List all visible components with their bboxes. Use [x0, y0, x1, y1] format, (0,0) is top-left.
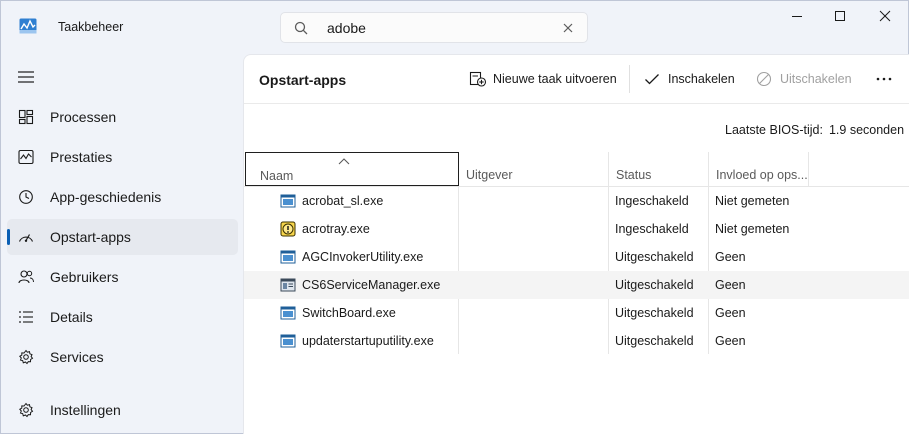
sidebar-item-label: Services [50, 349, 104, 365]
gear-icon [19, 402, 34, 418]
table-row[interactable]: SwitchBoard.exe Uitgeschakeld Geen [244, 299, 909, 327]
sort-ascending-icon [338, 158, 350, 165]
close-icon [879, 10, 891, 22]
sidebar-item-services[interactable]: Services [7, 339, 238, 375]
sidebar-item-label: Opstart-apps [50, 229, 131, 245]
app-title: Taakbeheer [58, 20, 124, 34]
row-name: acrobat_sl.exe [302, 194, 384, 208]
row-impact: Niet gemeten [715, 194, 790, 208]
row-name: SwitchBoard.exe [302, 306, 396, 320]
maximize-button[interactable] [817, 1, 863, 33]
row-impact: Geen [715, 250, 746, 264]
minimize-button[interactable] [774, 1, 820, 33]
table-row[interactable]: updaterstartuputility.exe Uitgeschakeld … [244, 327, 909, 355]
app-history-icon [19, 190, 33, 204]
sidebar-item-label: Details [50, 309, 93, 325]
close-icon[interactable] [561, 21, 575, 35]
search-input[interactable] [327, 18, 547, 38]
sidebar-item-processes[interactable]: Processen [7, 99, 238, 135]
table-row[interactable]: acrotray.exe Ingeschakeld Niet gemeten [244, 215, 909, 243]
sidebar-item-label: Instellingen [50, 402, 121, 418]
search-icon [294, 21, 308, 35]
service-manager-icon [280, 278, 296, 292]
warning-app-icon [280, 221, 296, 237]
table-row[interactable]: AGCInvokerUtility.exe Uitgeschakeld Geen [244, 243, 909, 271]
column-divider [808, 152, 809, 186]
more-icon [876, 77, 892, 81]
disabled-circle-icon [756, 71, 772, 87]
new-task-label: Nieuwe taak uitvoeren [493, 72, 617, 86]
task-manager-icon [19, 18, 37, 34]
column-header-name[interactable]: Naam [245, 152, 459, 186]
sidebar-item-startup-apps[interactable]: Opstart-apps [7, 219, 238, 255]
hamburger-menu-icon[interactable] [15, 67, 37, 87]
performance-icon [18, 149, 34, 165]
close-window-button[interactable] [862, 1, 908, 33]
row-status: Uitgeschakeld [615, 334, 694, 348]
app-window-icon [280, 250, 296, 264]
row-name: CS6ServiceManager.exe [302, 278, 441, 292]
users-icon [18, 270, 34, 284]
main-panel: Opstart-apps Nieuwe taak uitvoeren Insch… [243, 54, 909, 434]
app-window-icon [280, 194, 296, 208]
column-header-label: Invloed op ops... [716, 168, 808, 182]
disable-label: Uitschakelen [780, 72, 852, 86]
page-title: Opstart-apps [259, 72, 347, 88]
row-status: Uitgeschakeld [615, 250, 694, 264]
active-indicator [7, 229, 10, 245]
row-impact: Geen [715, 334, 746, 348]
sidebar-item-users[interactable]: Gebruikers [7, 259, 238, 295]
new-task-icon [469, 71, 487, 87]
toolbar-divider [629, 65, 630, 93]
details-icon [19, 311, 33, 323]
checkmark-icon [645, 74, 659, 85]
column-header-label: Status [616, 168, 652, 182]
sidebar-item-label: Prestaties [50, 149, 113, 165]
sidebar-item-details[interactable]: Details [7, 299, 238, 335]
sidebar-item-label: App-geschiedenis [50, 189, 162, 205]
maximize-icon [835, 11, 845, 21]
app-window-icon [280, 334, 296, 348]
column-header-label: Uitgever [466, 168, 513, 182]
new-task-button[interactable]: Nieuwe taak uitvoeren [469, 63, 619, 95]
title-bar[interactable]: Taakbeheer [1, 1, 908, 53]
header-divider [244, 103, 909, 104]
sidebar-item-app-history[interactable]: App-geschiedenis [7, 179, 238, 215]
table-row[interactable]: acrobat_sl.exe Ingeschakeld Niet gemeten [244, 187, 909, 215]
sidebar-item-settings[interactable]: Instellingen [7, 392, 238, 428]
row-impact: Geen [715, 278, 746, 292]
row-name: AGCInvokerUtility.exe [302, 250, 424, 264]
row-status: Ingeschakeld [615, 194, 689, 208]
row-name: acrotray.exe [302, 222, 370, 236]
bios-time: Laatste BIOS-tijd: 1.9 seconden [725, 123, 904, 137]
enable-button[interactable]: Inschakelen [644, 63, 739, 95]
row-status: Uitgeschakeld [615, 278, 694, 292]
bios-label: Laatste BIOS-tijd: [725, 123, 823, 137]
row-impact: Niet gemeten [715, 222, 790, 236]
more-options-button[interactable] [870, 63, 898, 95]
table-row[interactable]: CS6ServiceManager.exe Uitgeschakeld Geen [244, 271, 909, 299]
bios-value: 1.9 seconden [828, 123, 905, 137]
startup-apps-icon [18, 234, 34, 242]
column-header-startup-impact[interactable]: Invloed op ops... [709, 152, 809, 186]
row-status: Ingeschakeld [615, 222, 689, 236]
app-window-icon [280, 306, 296, 320]
sidebar-item-label: Processen [50, 109, 117, 125]
minimize-icon [792, 16, 802, 17]
row-status: Uitgeschakeld [615, 306, 694, 320]
column-header-status[interactable]: Status [609, 152, 709, 186]
row-name: updaterstartuputility.exe [302, 334, 434, 348]
row-impact: Geen [715, 306, 746, 320]
search-box[interactable] [280, 12, 588, 43]
sidebar-item-label: Gebruikers [50, 269, 119, 285]
disable-button[interactable]: Uitschakelen [756, 63, 856, 95]
column-header-publisher[interactable]: Uitgever [459, 152, 609, 186]
column-header-label: Naam [260, 169, 294, 183]
services-icon [19, 349, 34, 365]
task-manager-window: Taakbeheer adobe Processen Prestaties Ap… [0, 0, 909, 434]
processes-icon [18, 109, 34, 125]
sidebar-item-performance[interactable]: Prestaties [7, 139, 238, 175]
enable-label: Inschakelen [668, 72, 735, 86]
